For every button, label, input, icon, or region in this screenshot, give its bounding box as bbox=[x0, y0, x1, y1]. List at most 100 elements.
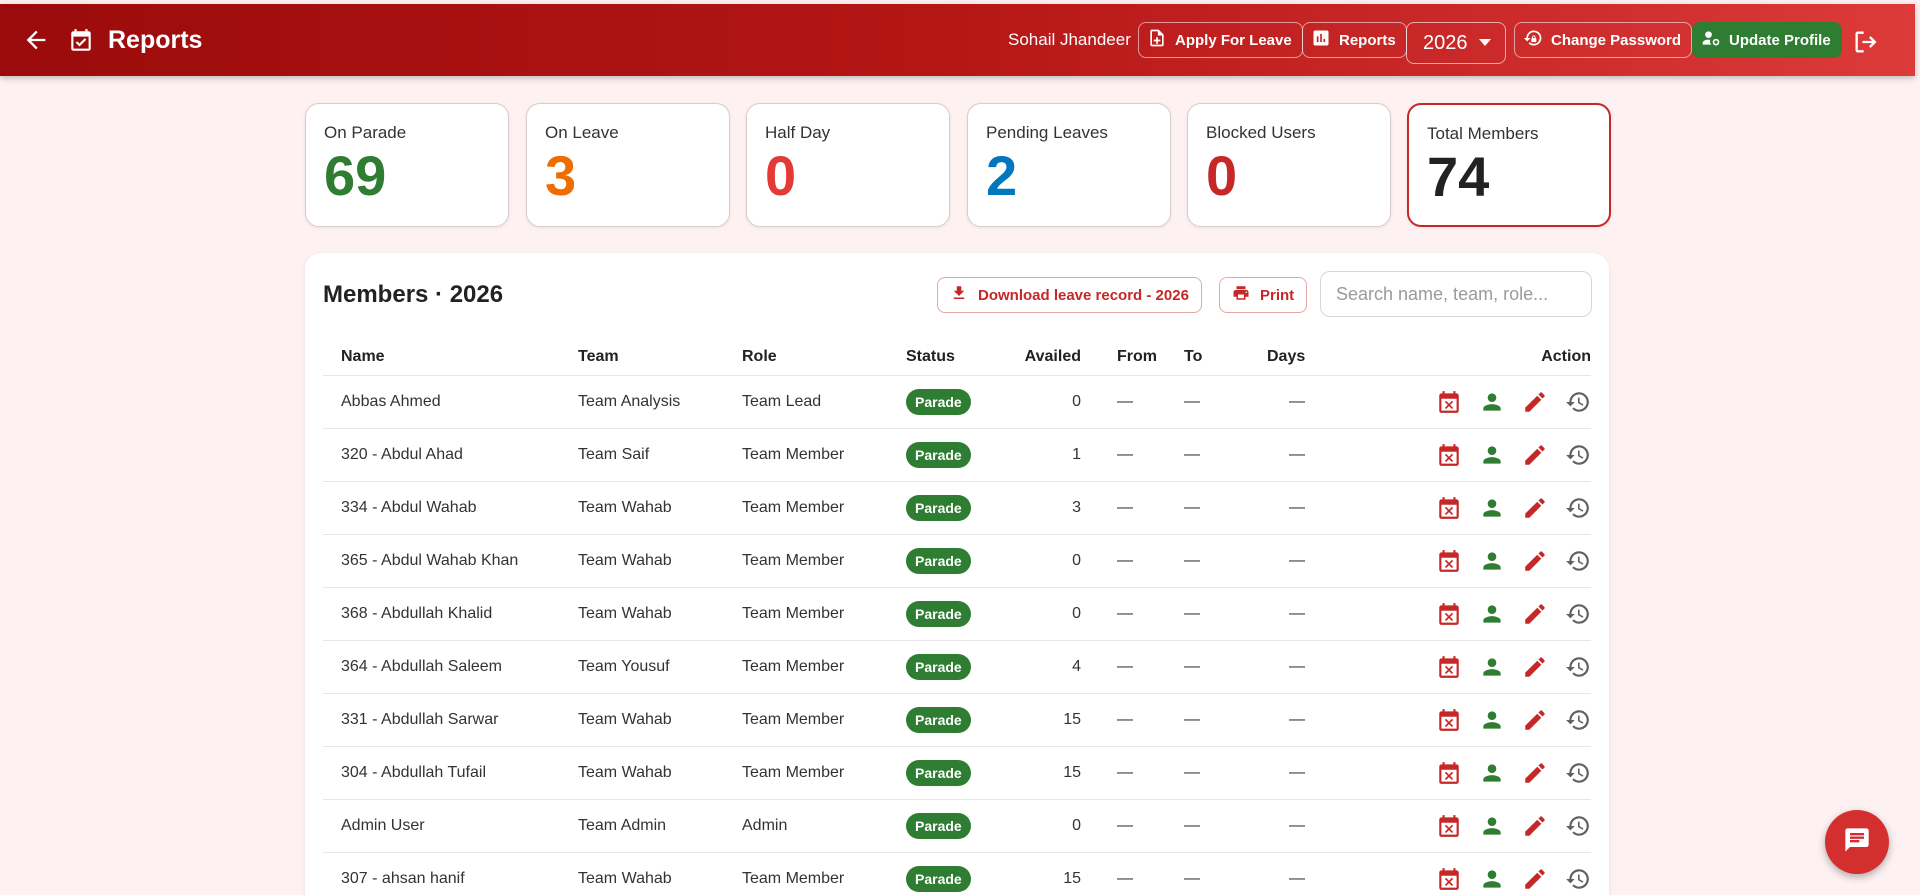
edit-pencil-icon[interactable] bbox=[1522, 601, 1548, 627]
print-icon bbox=[1232, 284, 1250, 306]
stat-card-on-parade[interactable]: On Parade 69 bbox=[305, 103, 509, 227]
history-icon[interactable] bbox=[1565, 548, 1591, 574]
edit-pencil-icon[interactable] bbox=[1522, 389, 1548, 415]
edit-pencil-icon[interactable] bbox=[1522, 707, 1548, 733]
stat-card-pending-leaves[interactable]: Pending Leaves 2 bbox=[967, 103, 1171, 227]
cell-from: — bbox=[1081, 640, 1166, 694]
edit-pencil-icon[interactable] bbox=[1522, 442, 1548, 468]
table-row[interactable]: 334 - Abdul Wahab Team Wahab Team Member Pa… bbox=[323, 481, 1591, 535]
column-header-availed[interactable]: Availed bbox=[1010, 339, 1081, 376]
cell-team: Team Saif bbox=[578, 428, 742, 482]
column-header-team[interactable]: Team bbox=[578, 339, 742, 376]
cell-actions bbox=[1341, 428, 1591, 482]
history-icon[interactable] bbox=[1565, 813, 1591, 839]
calendar-cancel-icon[interactable] bbox=[1436, 548, 1462, 574]
calendar-check-icon bbox=[68, 28, 94, 54]
edit-pencil-icon[interactable] bbox=[1522, 495, 1548, 521]
stat-card-total-members[interactable]: Total Members 74 bbox=[1407, 103, 1611, 227]
table-row[interactable]: 364 - Abdullah Saleem Team Yousuf Team Mem… bbox=[323, 640, 1591, 694]
column-header-days[interactable]: Days bbox=[1231, 339, 1341, 376]
history-icon[interactable] bbox=[1565, 760, 1591, 786]
calendar-cancel-icon[interactable] bbox=[1436, 495, 1462, 521]
cell-from: — bbox=[1081, 693, 1166, 747]
cell-actions bbox=[1341, 534, 1591, 588]
edit-pencil-icon[interactable] bbox=[1522, 866, 1548, 892]
person-icon[interactable] bbox=[1479, 760, 1505, 786]
calendar-cancel-icon[interactable] bbox=[1436, 760, 1462, 786]
table-row[interactable]: 304 - Abdullah Tufail Team Wahab Team Memb… bbox=[323, 746, 1591, 800]
stat-label: Total Members bbox=[1427, 124, 1539, 143]
calendar-cancel-icon[interactable] bbox=[1436, 389, 1462, 415]
chat-fab-button[interactable] bbox=[1825, 810, 1889, 874]
cell-availed: 3 bbox=[1010, 481, 1081, 535]
cell-team: Team Wahab bbox=[578, 693, 742, 747]
person-icon[interactable] bbox=[1479, 442, 1505, 468]
cell-days: — bbox=[1231, 746, 1341, 800]
edit-pencil-icon[interactable] bbox=[1522, 760, 1548, 786]
change-password-button[interactable]: Change Password bbox=[1514, 22, 1693, 58]
update-profile-button[interactable]: Update Profile bbox=[1692, 22, 1842, 58]
column-header-to[interactable]: To bbox=[1166, 339, 1231, 376]
history-icon[interactable] bbox=[1565, 601, 1591, 627]
person-icon[interactable] bbox=[1479, 654, 1505, 680]
year-select[interactable]: 2026 bbox=[1406, 22, 1506, 64]
person-icon[interactable] bbox=[1479, 495, 1505, 521]
person-icon[interactable] bbox=[1479, 866, 1505, 892]
stat-card-on-leave[interactable]: On Leave 3 bbox=[526, 103, 730, 227]
cell-status: Parade bbox=[906, 693, 1010, 747]
status-badge: Parade bbox=[906, 706, 971, 733]
cell-name: 307 - ahsan hanif bbox=[323, 852, 578, 895]
calendar-cancel-icon[interactable] bbox=[1436, 707, 1462, 733]
calendar-cancel-icon[interactable] bbox=[1436, 601, 1462, 627]
cell-actions bbox=[1341, 481, 1591, 535]
stat-card-blocked-users[interactable]: Blocked Users 0 bbox=[1187, 103, 1391, 227]
table-row[interactable]: Abbas Ahmed Team Analysis Team Lead Parade 0… bbox=[323, 375, 1591, 429]
person-icon[interactable] bbox=[1479, 707, 1505, 733]
calendar-cancel-icon[interactable] bbox=[1436, 866, 1462, 892]
calendar-cancel-icon[interactable] bbox=[1436, 654, 1462, 680]
cell-name: 364 - Abdullah Saleem bbox=[323, 640, 578, 694]
stat-card-half-day[interactable]: Half Day 0 bbox=[746, 103, 950, 227]
edit-pencil-icon[interactable] bbox=[1522, 548, 1548, 574]
cell-availed: 0 bbox=[1010, 587, 1081, 641]
calendar-cancel-icon[interactable] bbox=[1436, 813, 1462, 839]
download-leave-record-button[interactable]: Download leave record - 2026 bbox=[937, 277, 1202, 313]
search-input[interactable] bbox=[1320, 271, 1592, 317]
history-icon[interactable] bbox=[1565, 866, 1591, 892]
print-button[interactable]: Print bbox=[1219, 277, 1308, 313]
person-icon[interactable] bbox=[1479, 813, 1505, 839]
cell-name: 334 - Abdul Wahab bbox=[323, 481, 578, 535]
logout-icon[interactable] bbox=[1852, 28, 1880, 56]
apply-for-leave-button[interactable]: Apply For Leave bbox=[1138, 22, 1303, 58]
print-label: Print bbox=[1260, 286, 1295, 304]
cell-team: Team Wahab bbox=[578, 587, 742, 641]
table-row[interactable]: 368 - Abdullah Khalid Team Wahab Team Memb… bbox=[323, 587, 1591, 641]
history-icon[interactable] bbox=[1565, 389, 1591, 415]
person-icon[interactable] bbox=[1479, 389, 1505, 415]
column-header-role[interactable]: Role bbox=[742, 339, 906, 376]
cell-to: — bbox=[1166, 693, 1231, 747]
column-header-name[interactable]: Name bbox=[323, 339, 578, 376]
column-header-status[interactable]: Status bbox=[906, 339, 1010, 376]
history-icon[interactable] bbox=[1565, 495, 1591, 521]
person-icon[interactable] bbox=[1479, 601, 1505, 627]
members-title: Members · 2026 bbox=[323, 281, 504, 308]
back-arrow-icon[interactable] bbox=[22, 26, 50, 54]
history-icon[interactable] bbox=[1565, 707, 1591, 733]
reports-button[interactable]: Reports bbox=[1302, 22, 1407, 58]
edit-pencil-icon[interactable] bbox=[1522, 654, 1548, 680]
history-icon[interactable] bbox=[1565, 654, 1591, 680]
column-header-from[interactable]: From bbox=[1081, 339, 1166, 376]
table-row[interactable]: 320 - Abdul Ahad Team Saif Team Member Para… bbox=[323, 428, 1591, 482]
cell-availed: 0 bbox=[1010, 534, 1081, 588]
person-icon[interactable] bbox=[1479, 548, 1505, 574]
calendar-cancel-icon[interactable] bbox=[1436, 442, 1462, 468]
table-row[interactable]: 307 - ahsan hanif Team Wahab Team Member Pa… bbox=[323, 852, 1591, 895]
cell-from: — bbox=[1081, 428, 1166, 482]
table-row[interactable]: Admin User Team Admin Admin Parade 0— — — bbox=[323, 799, 1591, 853]
table-row[interactable]: 331 - Abdullah Sarwar Team Wahab Team Memb… bbox=[323, 693, 1591, 747]
cell-name: Abbas Ahmed bbox=[323, 375, 578, 429]
table-row[interactable]: 365 - Abdul Wahab Khan Team Wahab Team Mem… bbox=[323, 534, 1591, 588]
history-icon[interactable] bbox=[1565, 442, 1591, 468]
edit-pencil-icon[interactable] bbox=[1522, 813, 1548, 839]
